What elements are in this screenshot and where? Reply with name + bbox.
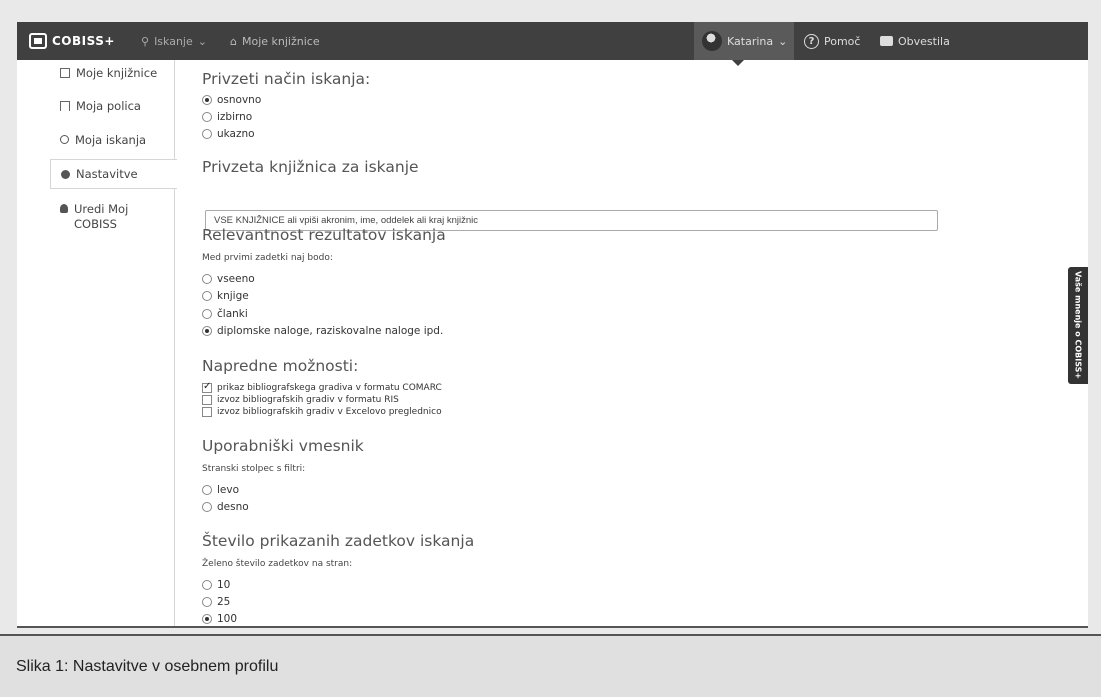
help-icon: ? [804,33,819,49]
nav-search-label: Iskanje [154,34,193,48]
radio-icon [202,485,212,495]
radio-label: članki [217,308,248,320]
profile-sidebar: Moje knjižnice Moja polica Moja iskanja … [50,60,177,628]
radio-label: vseeno [217,273,255,285]
nav-help[interactable]: ? Pomoč [804,22,860,60]
sidebar-item-label: Moje knjižnice [76,66,158,80]
app-window: COBISS+ ⚲ Iskanje ⌄ ⌂ Moje knjižnice Kat… [17,22,1088,628]
radio-relevance-articles[interactable]: članki [202,308,248,320]
sidebar-item-label: Uredi Moj COBISS [74,202,129,231]
radio-selected-icon [202,614,212,624]
home-icon: ⌂ [230,34,237,48]
sidebar-item-label: Nastavitve [76,167,138,181]
search-icon: ⚲ [141,34,150,48]
user-menu[interactable]: Katarina ⌄ [694,22,794,60]
radio-label: izbirno [217,111,253,123]
sidebar-item-settings[interactable]: Nastavitve [50,159,177,189]
checkbox-label: prikaz bibliografskega gradiva v formatu… [217,383,442,393]
checkbox-icon [202,395,212,405]
chevron-down-icon: ⌄ [197,34,207,48]
section-title-results: Število prikazanih zadetkov iskanja [202,532,475,550]
section-title-search-mode: Privzeti način iskanja: [202,70,371,88]
user-icon [60,204,68,213]
ui-subtitle: Stranski stolpec s filtri: [202,464,306,474]
nav-search[interactable]: ⚲ Iskanje ⌄ [141,22,207,60]
feedback-tab[interactable]: Vaše mnenje o COBISS+ [1068,267,1088,384]
sidebar-item-my-searches[interactable]: Moja iskanja [50,133,175,147]
checkbox-ris[interactable]: izvoz bibliografskih gradiv v formatu RI… [202,395,399,405]
user-menu-pointer [732,60,744,66]
radio-results-25[interactable]: 25 [202,596,230,608]
avatar [702,31,722,51]
radio-label: diplomske naloge, raziskovalne naloge ip… [217,325,444,337]
radio-filters-right[interactable]: desno [202,501,249,513]
radio-label: knjige [217,290,249,302]
section-title-advanced: Napredne možnosti: [202,357,359,375]
nav-my-libraries-label: Moje knjižnice [241,34,320,48]
radio-label: ukazno [217,128,255,140]
top-navigation-bar: COBISS+ ⚲ Iskanje ⌄ ⌂ Moje knjižnice Kat… [17,22,1088,60]
radio-icon [202,502,212,512]
checkbox-checked-icon [202,381,212,393]
radio-results-100[interactable]: 100 [202,613,237,625]
nav-news[interactable]: Obvestila [880,22,950,60]
figure-caption: Slika 1: Nastavitve v osebnem profilu [0,634,1101,697]
radio-results-10[interactable]: 10 [202,579,230,591]
logo-icon [29,33,47,49]
radio-filters-left[interactable]: levo [202,484,239,496]
bookmark-icon [60,101,70,111]
sidebar-item-my-libraries[interactable]: Moje knjižnice [50,66,175,80]
gear-icon [61,169,70,179]
chevron-down-icon: ⌄ [778,34,788,48]
search-icon [60,135,69,144]
checkbox-label: izvoz bibliografskih gradiv v formatu RI… [217,395,399,405]
sidebar-item-label: Moja polica [76,99,141,113]
radio-search-mode-command[interactable]: ukazno [202,128,255,140]
nav-my-libraries[interactable]: ⌂ Moje knjižnice [230,22,320,60]
radio-selected-icon [202,95,212,105]
radio-search-mode-basic[interactable]: osnovno [202,94,261,106]
checkbox-comarc[interactable]: prikaz bibliografskega gradiva v formatu… [202,381,442,393]
radio-icon [202,274,212,284]
radio-relevance-any[interactable]: vseeno [202,273,255,285]
radio-label: osnovno [217,94,262,106]
sidebar-item-label: Moja iskanja [75,133,147,147]
radio-label: 100 [217,613,238,625]
logo-text: COBISS+ [52,34,115,48]
user-name: Katarina [727,34,774,48]
results-subtitle: Želeno število zadetkov na stran: [202,559,353,569]
radio-icon [202,112,212,122]
bottom-divider [17,626,1088,628]
radio-relevance-theses[interactable]: diplomske naloge, raziskovalne naloge ip… [202,325,443,337]
nav-news-label: Obvestila [898,34,950,48]
checkbox-label: izvoz bibliografskih gradiv v Excelovo p… [217,407,442,417]
sidebar-item-my-shelf[interactable]: Moja polica [50,99,175,113]
radio-icon [202,580,212,590]
radio-selected-icon [202,326,212,336]
cobiss-logo[interactable]: COBISS+ [29,22,115,60]
section-title-library: Privzeta knjižnica za iskanje [202,158,419,176]
radio-icon [202,309,212,319]
radio-icon [202,291,212,301]
radio-label: levo [217,484,240,496]
radio-label: 10 [217,579,231,591]
section-title-relevance: Relevantnost rezultatov iskanja [202,226,446,244]
relevance-subtitle: Med prvimi zadetki naj bodo: [202,253,333,263]
nav-help-label: Pomoč [824,34,861,48]
radio-relevance-books[interactable]: knjige [202,290,249,302]
sidebar-item-edit-profile[interactable]: Uredi Moj COBISS [50,202,160,232]
section-title-ui: Uporabniški vmesnik [202,437,364,455]
list-icon [60,68,70,78]
radio-search-mode-select[interactable]: izbirno [202,111,252,123]
radio-label: desno [217,501,249,513]
checkbox-excel[interactable]: izvoz bibliografskih gradiv v Excelovo p… [202,407,442,417]
screenshot-frame: COBISS+ ⚲ Iskanje ⌄ ⌂ Moje knjižnice Kat… [0,0,1101,634]
radio-icon [202,597,212,607]
checkbox-icon [202,407,212,417]
radio-icon [202,129,212,139]
radio-label: 25 [217,596,231,608]
chat-bubble-icon [880,36,893,46]
